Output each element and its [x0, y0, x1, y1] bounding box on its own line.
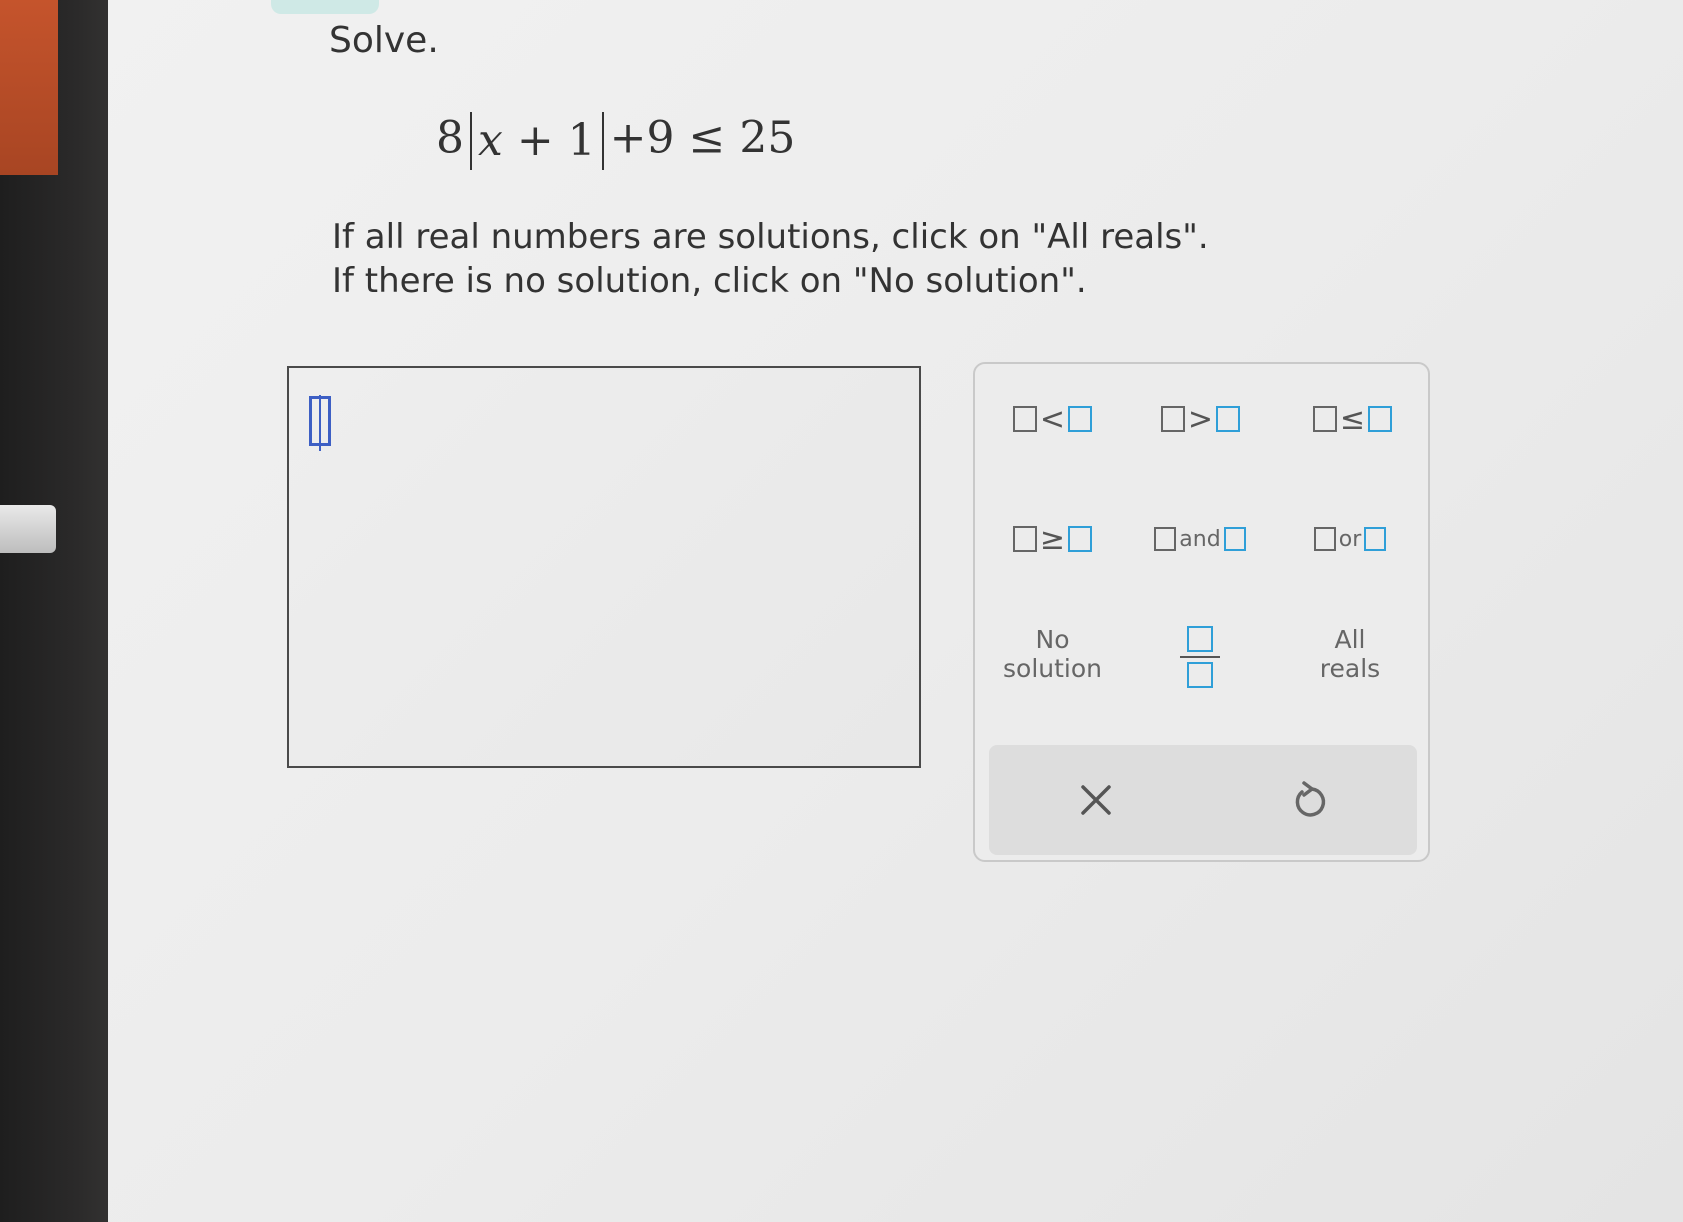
- instruction-line-2: If there is no solution, click on "No so…: [332, 261, 1087, 301]
- equation-tail: +9 ≤ 25: [609, 112, 796, 164]
- no-solution-key[interactable]: No solution: [985, 614, 1120, 694]
- instructions: If all real numbers are solutions, click…: [332, 215, 1209, 303]
- clear-button[interactable]: [989, 745, 1203, 855]
- blank-box-icon: [1216, 406, 1241, 432]
- undo-button[interactable]: [1203, 745, 1417, 855]
- denominator-box-icon: [1187, 661, 1213, 688]
- blank-box-icon: [1068, 406, 1093, 432]
- answer-input-box[interactable]: [287, 366, 921, 768]
- equation: 8x + 1 +9 ≤ 25: [436, 112, 795, 170]
- blank-box-icon: [1364, 527, 1387, 551]
- solve-heading: Solve.: [329, 20, 439, 61]
- fraction-bar-icon: [1180, 655, 1220, 658]
- text-cursor-icon: [309, 395, 331, 451]
- blank-box-icon: [1068, 526, 1093, 552]
- greater-than-key[interactable]: >: [1133, 384, 1268, 454]
- bezel-handle: [0, 505, 56, 553]
- blank-box-icon: [1368, 406, 1393, 432]
- blank-box-icon: [1012, 406, 1037, 432]
- greater-equal-key[interactable]: ≥: [985, 504, 1120, 574]
- keypad-actions: [989, 745, 1417, 855]
- blank-box-icon: [1012, 526, 1037, 552]
- blank-box-icon: [1223, 527, 1246, 551]
- all-reals-key[interactable]: All reals: [1280, 614, 1420, 694]
- instruction-line-1: If all real numbers are solutions, click…: [332, 217, 1209, 257]
- fraction-key[interactable]: [1140, 609, 1260, 704]
- blank-box-icon: [1160, 406, 1185, 432]
- top-tab-stub: [271, 0, 379, 14]
- equation-abs-rest: + 1: [502, 115, 596, 166]
- x-icon: [1081, 785, 1111, 815]
- less-equal-key[interactable]: ≤: [1285, 384, 1420, 454]
- blank-box-icon: [1313, 527, 1336, 551]
- bezel-accent: [0, 0, 58, 175]
- or-key[interactable]: or: [1280, 504, 1420, 574]
- blank-box-icon: [1312, 406, 1337, 432]
- math-keypad: < > ≤ ≥ and or No solution All reals: [973, 362, 1430, 862]
- numerator-box-icon: [1187, 625, 1213, 652]
- blank-box-icon: [1154, 527, 1177, 551]
- equation-coefficient: 8: [436, 112, 464, 164]
- equation-variable: x: [478, 115, 503, 166]
- undo-icon: [1295, 781, 1326, 817]
- absolute-value: x + 1: [470, 112, 604, 170]
- and-key[interactable]: and: [1125, 504, 1275, 574]
- less-than-key[interactable]: <: [985, 384, 1120, 454]
